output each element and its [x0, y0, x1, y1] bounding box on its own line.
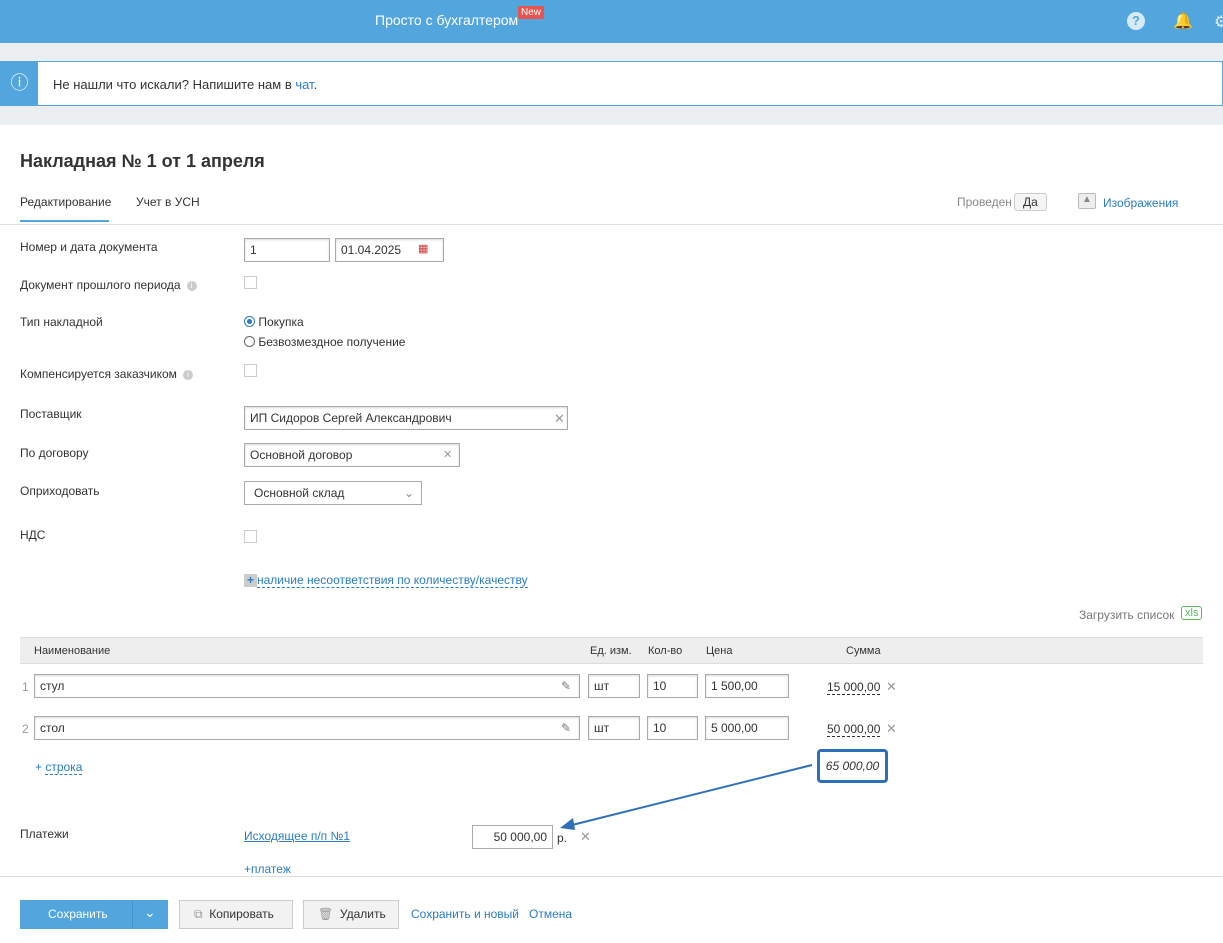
trash-icon: 🗑	[318, 907, 334, 921]
currency-label: р.	[557, 831, 568, 845]
annotation-arrow	[560, 764, 813, 830]
payment-amount-input[interactable]: 50 000,00	[472, 825, 553, 849]
copy-icon: ⧉	[194, 907, 203, 921]
copy-label: Копировать	[209, 907, 274, 921]
save-button[interactable]: Сохранить ⌄	[20, 900, 168, 929]
delete-button[interactable]: 🗑 Удалить	[303, 900, 399, 929]
plus-icon: +	[244, 862, 252, 876]
save-label: Сохранить	[48, 907, 108, 921]
delete-label: Удалить	[339, 907, 386, 921]
footer-divider	[0, 876, 1223, 877]
add-payment-button[interactable]: +платеж	[244, 862, 291, 877]
add-payment-label: платеж	[251, 862, 291, 877]
cancel-link[interactable]: Отмена	[529, 907, 572, 921]
save-and-new-link[interactable]: Сохранить и новый	[411, 907, 519, 921]
delete-payment-icon[interactable]: ✕	[580, 829, 591, 845]
copy-button[interactable]: ⧉ Копировать	[179, 900, 293, 929]
payment-link[interactable]: Исходящее п/п №1	[244, 829, 350, 843]
chevron-down-icon[interactable]: ⌄	[144, 904, 156, 921]
payments-label: Платежи	[20, 827, 69, 841]
